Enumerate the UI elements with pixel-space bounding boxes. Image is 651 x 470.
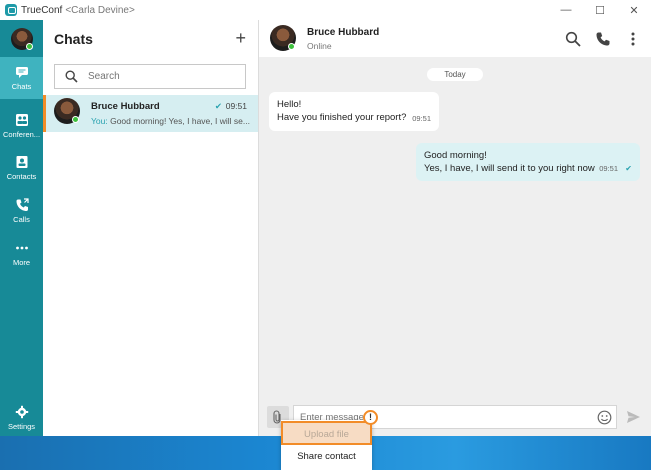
nav-chats-label: Chats	[11, 82, 32, 91]
user-avatar[interactable]	[11, 28, 33, 50]
contacts-icon	[16, 156, 27, 168]
nav-settings-label: Settings	[7, 422, 36, 431]
minimize-button[interactable]: —	[549, 0, 583, 20]
online-status-dot	[72, 116, 79, 123]
nav-contacts-label: Contacts	[6, 172, 37, 181]
nav-settings[interactable]: Settings	[0, 397, 43, 439]
message-line: Hello!	[277, 99, 302, 110]
app-logo-icon	[5, 4, 17, 16]
chat-preview-text: Good morning! Yes, I have, I will se...	[110, 116, 250, 126]
gear-icon	[15, 405, 28, 419]
conversation-header: Bruce Hubbard Online	[259, 20, 651, 57]
app-name: TrueConf	[21, 4, 63, 16]
window-controls: — ☐ ✕	[549, 0, 651, 20]
conference-icon	[15, 114, 28, 126]
incoming-message: Hello! Have you finished your report? 09…	[269, 92, 439, 131]
add-chat-button[interactable]: +	[235, 28, 246, 49]
phone-icon[interactable]	[595, 31, 611, 47]
close-button[interactable]: ✕	[617, 0, 651, 20]
chats-title: Chats	[54, 31, 93, 47]
date-separator: Today	[427, 68, 483, 81]
chat-preview-prefix: You:	[91, 116, 108, 126]
search-icon[interactable]	[565, 31, 581, 47]
read-check-icon: ✔	[214, 101, 222, 111]
chat-contact-name: Bruce Hubbard	[91, 101, 160, 112]
chat-icon	[15, 67, 28, 78]
nav-contacts[interactable]: Contacts	[0, 147, 43, 189]
maximize-button[interactable]: ☐	[583, 0, 617, 20]
chat-list-item[interactable]: Bruce Hubbard ✔ 09:51 You: Good morning!…	[43, 95, 258, 132]
search-input[interactable]	[88, 71, 228, 82]
search-box[interactable]	[54, 64, 246, 89]
chat-preview: You: Good morning! Yes, I have, I will s…	[91, 116, 251, 126]
message-line: Have you finished your report?	[277, 112, 407, 123]
share-contact-option[interactable]: Share contact	[281, 445, 372, 469]
nav-conferences-label: Conferen...	[2, 130, 41, 139]
more-vertical-icon[interactable]	[625, 31, 641, 47]
nav-calls[interactable]: Calls	[0, 190, 43, 232]
nav-more-label: More	[12, 258, 31, 267]
nav-calls-label: Calls	[13, 215, 30, 224]
contact-status: Online	[307, 41, 332, 51]
contact-avatar	[54, 98, 80, 124]
online-status-dot	[26, 43, 33, 50]
chat-time: 09:51	[225, 101, 247, 111]
message-line: Good morning!	[424, 150, 487, 161]
message-time: 09:51	[412, 114, 431, 123]
attach-menu: Upload file Share contact	[281, 420, 372, 470]
send-icon[interactable]	[626, 410, 641, 424]
search-icon	[65, 70, 78, 83]
emoji-icon[interactable]	[597, 410, 612, 425]
calls-icon	[16, 198, 29, 211]
outgoing-message: Good morning! Yes, I have, I will send i…	[416, 143, 640, 181]
nav-rail: Chats Conferen... Contacts Calls More Se…	[0, 20, 43, 436]
warning-badge-icon: !	[363, 410, 378, 425]
more-icon	[15, 246, 28, 250]
nav-more[interactable]: More	[0, 233, 43, 275]
title-bar: TrueConf <Carla Devine> — ☐ ✕	[0, 0, 651, 20]
window-user: <Carla Devine>	[65, 4, 135, 16]
message-time: 09:51	[599, 164, 618, 173]
contact-name: Bruce Hubbard	[307, 27, 380, 38]
upload-file-option[interactable]: Upload file	[281, 421, 372, 445]
contact-avatar[interactable]	[270, 25, 296, 51]
read-check-icon: ✔	[625, 164, 632, 173]
conversation-panel: Bruce Hubbard Online Today Hello! Have y…	[259, 20, 651, 436]
nav-conferences[interactable]: Conferen...	[0, 105, 43, 147]
online-status-dot	[288, 43, 295, 50]
chats-panel: Chats + Bruce Hubbard ✔ 09:51 You: Good …	[43, 20, 259, 436]
nav-chats[interactable]: Chats	[0, 57, 43, 99]
